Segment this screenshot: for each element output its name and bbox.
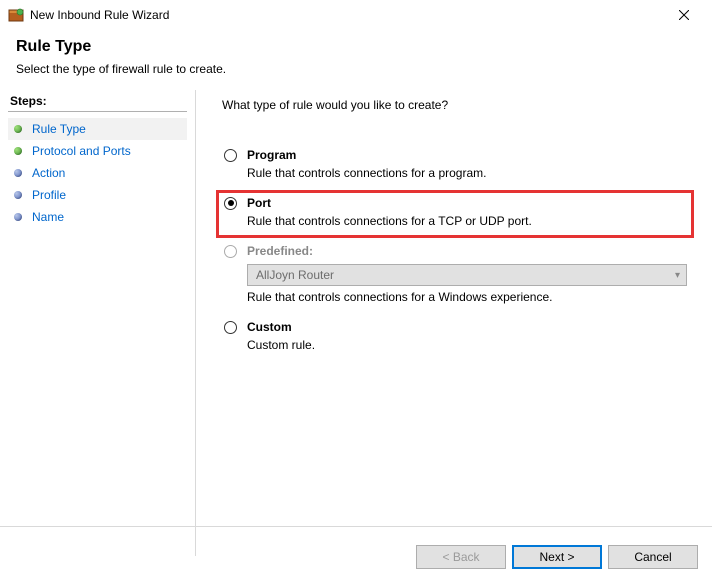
step-name[interactable]: Name xyxy=(8,206,187,228)
option-label: Port xyxy=(247,196,271,210)
footer-divider xyxy=(0,526,712,527)
sidebar-divider xyxy=(8,111,187,112)
page-title: Rule Type xyxy=(16,38,696,56)
close-button[interactable] xyxy=(664,0,704,30)
step-bullet-icon xyxy=(14,191,22,199)
wizard-header: Rule Type Select the type of firewall ru… xyxy=(0,30,712,86)
step-label: Protocol and Ports xyxy=(32,144,131,158)
predefined-select: AllJoyn Router ▾ xyxy=(247,264,687,286)
back-button: < Back xyxy=(416,545,506,569)
step-bullet-icon xyxy=(14,125,22,133)
content-prompt: What type of rule would you like to crea… xyxy=(222,98,694,112)
step-label: Profile xyxy=(32,188,66,202)
option-description: Custom rule. xyxy=(247,338,688,352)
radio-predefined[interactable] xyxy=(224,245,237,258)
option-label: Predefined: xyxy=(247,244,313,258)
page-subtitle: Select the type of firewall rule to crea… xyxy=(16,62,696,76)
predefined-selected-value: AllJoyn Router xyxy=(256,268,334,282)
close-icon xyxy=(679,10,689,20)
step-rule-type[interactable]: Rule Type xyxy=(8,118,187,140)
radio-custom[interactable] xyxy=(224,321,237,334)
option-predefined[interactable]: Predefined: AllJoyn Router ▾ Rule that c… xyxy=(216,238,694,314)
wizard-content: What type of rule would you like to crea… xyxy=(196,86,712,556)
step-action[interactable]: Action xyxy=(8,162,187,184)
step-bullet-icon xyxy=(14,169,22,177)
step-profile[interactable]: Profile xyxy=(8,184,187,206)
step-protocol-and-ports[interactable]: Protocol and Ports xyxy=(8,140,187,162)
step-bullet-icon xyxy=(14,147,22,155)
next-button[interactable]: Next > xyxy=(512,545,602,569)
cancel-button[interactable]: Cancel xyxy=(608,545,698,569)
chevron-down-icon: ▾ xyxy=(675,270,680,281)
option-label: Custom xyxy=(247,320,292,334)
step-bullet-icon xyxy=(14,213,22,221)
option-custom[interactable]: Custom Custom rule. xyxy=(216,314,694,362)
steps-heading: Steps: xyxy=(8,94,187,108)
option-label: Program xyxy=(247,148,296,162)
option-port[interactable]: Port Rule that controls connections for … xyxy=(216,190,694,238)
radio-port[interactable] xyxy=(224,197,237,210)
window-title: New Inbound Rule Wizard xyxy=(30,8,664,22)
option-program[interactable]: Program Rule that controls connections f… xyxy=(216,142,694,190)
wizard-footer: < Back Next > Cancel xyxy=(416,545,698,569)
step-label: Action xyxy=(32,166,65,180)
option-description: Rule that controls connections for a Win… xyxy=(247,290,688,304)
step-label: Name xyxy=(32,210,64,224)
titlebar: New Inbound Rule Wizard xyxy=(0,0,712,30)
option-description: Rule that controls connections for a TCP… xyxy=(247,214,688,228)
option-description: Rule that controls connections for a pro… xyxy=(247,166,688,180)
step-label: Rule Type xyxy=(32,122,86,136)
steps-sidebar: Steps: Rule Type Protocol and Ports Acti… xyxy=(0,86,195,556)
radio-program[interactable] xyxy=(224,149,237,162)
rule-type-options: Program Rule that controls connections f… xyxy=(216,142,694,362)
firewall-app-icon xyxy=(8,7,24,23)
